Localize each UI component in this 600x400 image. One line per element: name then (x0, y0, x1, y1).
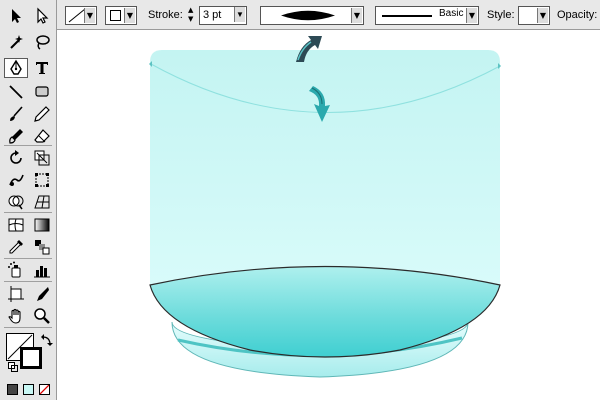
opacity-label: Opacity: (557, 9, 598, 21)
color-mode-icon[interactable] (7, 384, 18, 395)
warp-tool-icon[interactable] (4, 170, 28, 190)
rectangle-tool-icon[interactable] (30, 82, 54, 102)
hand-tool-icon[interactable] (4, 306, 28, 326)
stroke-label: Stroke: (148, 9, 183, 21)
width-profile-preview (281, 10, 335, 21)
blend-tool-icon[interactable] (30, 237, 54, 257)
lasso-tool-icon[interactable] (30, 32, 54, 52)
gradient-mode-icon[interactable] (23, 384, 34, 395)
jar-body[interactable] (150, 50, 500, 285)
graphic-style-dropdown[interactable]: ▼ (518, 6, 550, 25)
magic-wand-tool-icon[interactable] (4, 32, 28, 52)
brush-stroke-preview (382, 15, 432, 17)
chevron-down-icon: ▼ (351, 8, 362, 23)
stroke-color-dropdown[interactable]: ▼ (105, 6, 137, 25)
style-label: Style: (487, 9, 515, 21)
stroke-weight-field[interactable]: 3 pt ▼ (199, 6, 247, 25)
tools-panel (0, 0, 57, 400)
chevron-down-icon: ▼ (537, 8, 548, 23)
mesh-tool-icon[interactable] (4, 215, 28, 235)
shape-builder-tool-icon[interactable] (4, 192, 28, 212)
artboard-canvas[interactable] (58, 31, 600, 400)
tools-divider (4, 258, 52, 259)
tools-divider (4, 145, 52, 146)
chevron-down-icon: ▼ (124, 8, 135, 23)
stroke-weight-value: 3 pt (203, 9, 222, 21)
column-graph-tool-icon[interactable] (30, 260, 54, 280)
selection-tool-icon[interactable] (4, 6, 28, 26)
blob-brush-tool-icon[interactable] (4, 126, 28, 146)
stroke-stepper[interactable]: ▲ ▼ (188, 6, 197, 25)
artwork (149, 36, 501, 378)
pencil-tool-icon[interactable] (30, 104, 54, 124)
chevron-down-icon: ▼ (234, 7, 245, 22)
swap-fill-stroke-icon[interactable] (41, 334, 53, 346)
chevron-down-icon: ▼ (84, 8, 95, 23)
default-fill-stroke-icon[interactable] (8, 362, 18, 372)
artboard-tool-icon[interactable] (4, 284, 28, 304)
perspective-grid-tool-icon[interactable] (30, 192, 54, 212)
tools-divider (4, 212, 52, 213)
slice-tool-icon[interactable] (30, 284, 54, 304)
tools-divider (4, 327, 52, 328)
stroke-swatch-icon[interactable] (20, 347, 42, 369)
type-tool-icon[interactable] (30, 58, 54, 78)
line-segment-tool-icon[interactable] (4, 82, 28, 102)
gradient-tool-icon[interactable] (30, 215, 54, 235)
brush-definition-dropdown[interactable]: Basic ▼ (375, 6, 479, 25)
stroke-swatch (110, 10, 121, 21)
symbol-sprayer-tool-icon[interactable] (4, 260, 28, 280)
tools-divider (4, 281, 52, 282)
eraser-tool-icon[interactable] (30, 126, 54, 146)
free-transform-tool-icon[interactable] (30, 170, 54, 190)
control-bar: ▼ ▼ Stroke: ▲ ▼ 3 pt ▼ ▼ Basic ▼ Style: … (57, 0, 600, 30)
eyedropper-tool-icon[interactable] (4, 237, 28, 257)
none-mode-icon[interactable] (39, 384, 50, 395)
scale-tool-icon[interactable] (30, 148, 54, 168)
paintbrush-tool-icon[interactable] (4, 104, 28, 124)
pen-tool-icon[interactable] (4, 58, 28, 78)
brush-profile-label: Basic (439, 8, 464, 19)
chevron-down-icon: ▼ (466, 8, 477, 23)
rotate-tool-icon[interactable] (4, 148, 28, 168)
stepper-down-icon[interactable]: ▼ (188, 15, 197, 24)
stepper-up-icon[interactable]: ▲ (188, 6, 197, 15)
variable-width-profile-dropdown[interactable]: ▼ (260, 6, 364, 25)
fill-color-dropdown[interactable]: ▼ (65, 6, 97, 25)
zoom-tool-icon[interactable] (30, 306, 54, 326)
direct-selection-tool-icon[interactable] (30, 6, 54, 26)
